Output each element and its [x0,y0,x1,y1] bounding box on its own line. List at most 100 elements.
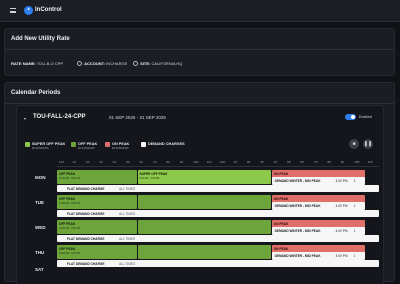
day-label: THU [35,250,45,255]
flat-demand-charge-bar[interactable]: FLAT DEMAND CHARGE ALL TIMES [57,260,379,267]
hour-tick-label: 10P [354,160,360,164]
location-pin-icon [133,61,138,67]
hour-tick-label: 12A [59,160,65,164]
demand-charge-entry[interactable]: DEMAND WINTER - MID PEAK 4:00 PM 1 [271,252,365,260]
legend-label: SUPER OFF PEAK [32,142,66,146]
hour-tick-label: 9A [179,160,184,164]
flat-demand-charge-bar[interactable]: FLAT DEMAND CHARGE ALL TIMES [57,210,379,217]
super-off-peak-block[interactable] [137,220,271,234]
period-time: 12:00 AM - 8:00 AM [59,252,80,255]
demand-time: 4:00 PM [335,179,348,183]
legend-price: $0.01820/kWh [112,147,129,150]
off-peak-block[interactable]: OFF PEAK 12:00 AM - 8:00 AM [57,170,137,184]
legend-swatch [25,142,30,147]
calendar-period-panel: ▾ TOU-FALL-24-CPP 01 SEP 2025 - 31 SEP 2… [16,105,384,284]
menu-icon[interactable] [10,8,16,13]
legend-label: ON PEAK [112,142,130,146]
demand-value: 1 [353,179,356,183]
date-range: 01 SEP 2025 - 31 SEP 2025 [109,115,166,120]
period-label: OFF PEAK [59,247,76,251]
off-peak-block[interactable]: OFF PEAK 12:00 AM - 8:00 AM [57,245,137,259]
demand-charge-entry[interactable]: DEMAND WINTER - MID PEAK 4:00 PM 1 [271,177,365,185]
demand-charge-entry[interactable]: DEMAND WINTER - MID PEAK 4:00 PM 1 [271,227,365,235]
day-label: TUE [35,200,44,205]
utility-rate-card: Add New Utility Rate RATE NAME: TOU-B-O … [4,28,395,76]
rate-name-info: RATE NAME: TOU-B-O CPP [11,61,63,66]
flat-demand-label: FLAT DEMAND CHARGE [67,261,105,266]
enabled-toggle[interactable] [345,114,356,120]
demand-value: 1 [353,204,356,208]
period-label: OFF PEAK [59,172,76,176]
stop-icon[interactable]: ■ [349,139,359,149]
legend-swatch [141,142,146,147]
account-value: INCHARGE [106,61,128,66]
period-label: SUPER OFF PEAK [139,172,168,176]
off-peak-block[interactable]: OFF PEAK 12:00 AM - 8:00 AM [57,220,137,234]
hour-tick-label: 1P [233,160,238,164]
hour-tick-label: 1A [72,160,77,164]
period-label: ON PEAK [273,197,289,201]
flat-demand-label: FLAT DEMAND CHARGE [67,211,105,216]
hour-tick-label: 8P [327,160,331,164]
hour-tick-label: 2P [246,160,251,164]
super-off-peak-block[interactable]: SUPER OFF PEAK 8:00 AM - 4:00 PM [137,170,271,184]
chevron-down-icon[interactable]: ▾ [24,116,26,121]
flat-demand-label: FLAT DEMAND CHARGE [67,186,105,191]
demand-time: 4:00 PM [335,204,348,208]
flat-demand-note: ALL TIMES [119,211,136,216]
account-label: ACCOUNT: [84,61,106,66]
period-label: ON PEAK [273,172,289,176]
demand-value: 1 [353,229,356,233]
site-value: CALIFORNIA HQ [151,61,183,66]
super-off-peak-block[interactable] [137,245,271,259]
period-time: 12:00 AM - 8:00 AM [59,227,80,230]
hour-tick-label: 3A [99,160,103,164]
divider [5,49,394,50]
period-label: OFF PEAK [59,197,76,201]
period-label: ON PEAK [273,222,289,226]
enabled-label: Enabled [359,115,372,119]
day-label: WED [35,225,46,230]
site-label: SITE: [140,61,151,66]
hour-tick-label: 4P [273,160,278,164]
legend-label: OFF PEAK [78,142,98,146]
hour-tick-label: 5P [287,160,291,164]
site-info: SITE: CALIFORNIA HQ [133,61,183,67]
account-info: ACCOUNT: INCHARGE [77,61,128,67]
legend-swatch [105,142,110,147]
flat-demand-note: ALL TIMES [119,236,136,241]
period-time: 8:00 AM - 4:00 PM [139,177,160,180]
hour-tick-label: 12P [220,160,226,164]
pause-icon[interactable]: ❚❚ [363,139,373,149]
divider [57,166,379,167]
demand-label: DEMAND WINTER - MID PEAK [274,229,321,233]
demand-time: 4:00 PM [335,229,348,233]
flat-demand-charge-bar[interactable]: FLAT DEMAND CHARGE ALL TIMES [57,235,379,242]
day-label: SAT [35,267,44,272]
rate-name-label: RATE NAME: [11,61,36,66]
card-title: Calendar Periods [11,90,61,96]
demand-value: 1 [353,254,356,258]
demand-label: DEMAND WINTER - MID PEAK [274,204,321,208]
hour-tick-label: 3P [260,160,264,164]
hour-tick-label: 4A [112,160,117,164]
hour-tick-label: 2A [85,160,90,164]
hour-tick-label: 7P [313,160,318,164]
hour-tick-label: 10A [193,160,199,164]
hour-tick-label: 11A [206,160,212,164]
top-bar: • InControl [0,0,400,22]
hour-tick-label: 9P [340,160,345,164]
legend-price: $0.01820/kWh [32,147,49,150]
hour-tick-label: 8A [166,160,170,164]
demand-label: DEMAND WINTER - MID PEAK [274,179,321,183]
off-peak-block[interactable]: OFF PEAK 12:00 AM - 8:00 AM [57,195,137,209]
hour-tick-label: 6P [300,160,305,164]
demand-time: 4:00 PM [335,254,348,258]
flat-demand-charge-bar[interactable]: FLAT DEMAND CHARGE ALL TIMES [57,185,379,192]
super-off-peak-block[interactable] [137,195,271,209]
app-title: InControl [35,7,62,13]
period-label: ON PEAK [273,247,289,251]
demand-charge-entry[interactable]: DEMAND WINTER - MID PEAK 4:00 PM 1 [271,202,365,210]
user-icon [77,61,82,67]
period-label: OFF PEAK [59,222,76,226]
